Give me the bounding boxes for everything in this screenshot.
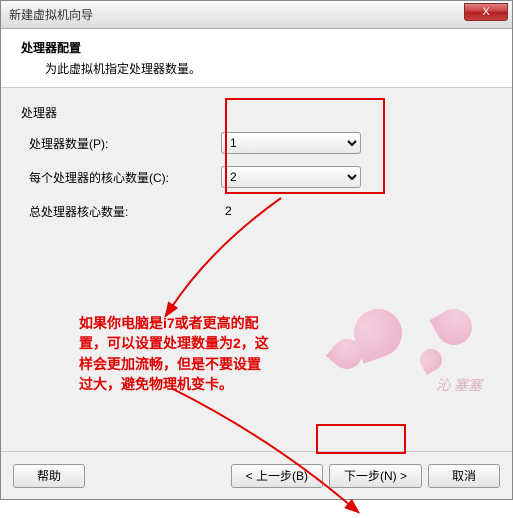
- select-processor-count[interactable]: 1: [221, 132, 361, 154]
- wizard-footer: 帮助 < 上一步(B) 下一步(N) > 取消: [1, 451, 512, 499]
- group-label-processor: 处理器: [21, 104, 492, 121]
- page-title: 处理器配置: [21, 39, 492, 56]
- cancel-button[interactable]: 取消: [428, 464, 500, 488]
- watermark-text: 沁 塞塞: [436, 375, 482, 395]
- close-icon: X: [482, 6, 489, 18]
- row-processor-count: 处理器数量(P): 1: [21, 131, 492, 155]
- select-cores-per-processor[interactable]: 2: [221, 166, 361, 188]
- label-total-cores: 总处理器核心数量:: [21, 203, 221, 220]
- row-total-cores: 总处理器核心数量: 2: [21, 199, 492, 223]
- back-button[interactable]: < 上一步(B): [231, 464, 323, 488]
- annotation-text: 如果你电脑是i7或者更高的配置，可以设置处理数量为2，这样会更加流畅，但是不要设…: [79, 313, 269, 394]
- close-button[interactable]: X: [464, 3, 508, 21]
- wizard-body: 处理器 处理器数量(P): 1 每个处理器的核心数量(C): 2 总处理器核心数…: [1, 88, 512, 451]
- titlebar: 新建虚拟机向导 X: [1, 1, 512, 29]
- help-button[interactable]: 帮助: [13, 464, 85, 488]
- next-button[interactable]: 下一步(N) >: [329, 464, 422, 488]
- page-subtitle: 为此虚拟机指定处理器数量。: [45, 60, 492, 77]
- wizard-window: 新建虚拟机向导 X 处理器配置 为此虚拟机指定处理器数量。 处理器 处理器数量(…: [0, 0, 513, 500]
- window-title: 新建虚拟机向导: [9, 6, 93, 23]
- label-cores-per-processor: 每个处理器的核心数量(C):: [21, 169, 221, 186]
- label-processor-count: 处理器数量(P):: [21, 135, 221, 152]
- row-cores-per-processor: 每个处理器的核心数量(C): 2: [21, 165, 492, 189]
- value-total-cores: 2: [221, 204, 361, 218]
- watermark-decoration: 沁 塞塞: [322, 289, 502, 399]
- wizard-header: 处理器配置 为此虚拟机指定处理器数量。: [1, 29, 512, 88]
